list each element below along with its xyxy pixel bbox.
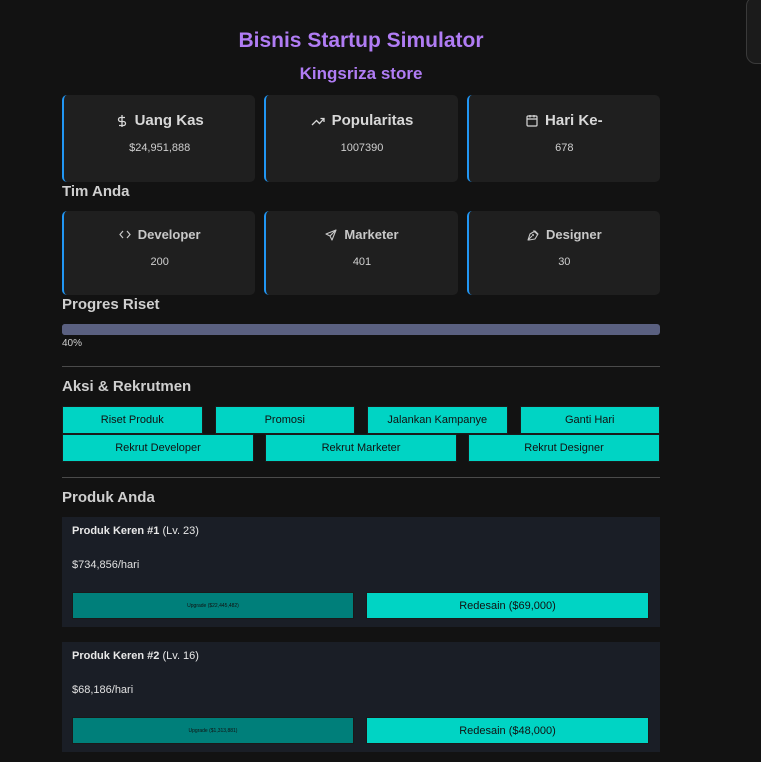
team-card-developer: Developer 200 (62, 211, 256, 295)
actions-heading: Aksi & Rekrutmen (62, 378, 192, 395)
product-level: (Lv. 16) (162, 650, 199, 662)
trending-up-icon (311, 116, 325, 126)
pen-tool-icon (527, 229, 539, 241)
product-name: Produk Keren #2 (72, 650, 160, 662)
stat-value-cash: $24,951,888 (129, 142, 191, 154)
recruit-designer-button[interactable]: Rekrut Designer (468, 434, 660, 462)
team-label-developer: Developer (137, 227, 201, 242)
stat-card-day: Hari Ke- 678 (466, 95, 660, 182)
code-icon (118, 230, 131, 239)
research-heading: Progres Riset (62, 296, 160, 313)
divider (62, 477, 660, 478)
upgrade-button[interactable]: Upgrade ($22,445,482) (72, 592, 354, 619)
corner-panel (746, 0, 761, 64)
product-name: Produk Keren #1 (72, 525, 160, 537)
upgrade-button[interactable]: Upgrade ($1,313,881) (72, 717, 354, 744)
team-label-designer: Designer (546, 227, 602, 242)
team-card-designer: Designer 30 (466, 211, 660, 295)
research-progress-label: 40% (62, 338, 83, 349)
team-value-developer: 200 (150, 256, 169, 268)
stat-label-cash: Uang Kas (134, 112, 204, 129)
product-income: $734,856/hari (72, 559, 140, 571)
team-value-designer: 30 (558, 256, 571, 268)
research-product-button[interactable]: Riset Produk (62, 406, 203, 434)
stat-card-cash: Uang Kas $24,951,888 (62, 95, 256, 182)
stat-value-popularity: 1007390 (340, 142, 384, 154)
product-income: $68,186/hari (72, 684, 134, 696)
product-title: Produk Keren #2 (Lv. 16) (72, 650, 199, 662)
stat-card-popularity: Popularitas 1007390 (264, 95, 458, 182)
store-name: Kingsriza store (299, 64, 423, 83)
divider (62, 366, 660, 367)
actions-row-1: Riset Produk Promosi Jalankan Kampanye G… (62, 406, 660, 434)
product-card: Produk Keren #1 (Lv. 23) $734,856/hari U… (62, 517, 660, 627)
stats-row: Uang Kas $24,951,888 Popularitas 1007390… (62, 95, 660, 182)
product-level: (Lv. 23) (162, 525, 199, 537)
next-day-button[interactable]: Ganti Hari (519, 406, 660, 434)
stat-label-popularity: Popularitas (331, 112, 414, 129)
team-heading: Tim Anda (62, 183, 130, 200)
research-progress-fill (62, 324, 302, 335)
redesign-button[interactable]: Redesain ($69,000) (366, 592, 649, 619)
team-label-marketer: Marketer (344, 227, 399, 242)
recruit-marketer-button[interactable]: Rekrut Marketer (265, 434, 457, 462)
recruit-developer-button[interactable]: Rekrut Developer (62, 434, 254, 462)
product-title: Produk Keren #1 (Lv. 23) (72, 525, 199, 537)
page-title: Bisnis Startup Simulator (238, 29, 484, 52)
redesign-button[interactable]: Redesain ($48,000) (366, 717, 649, 744)
research-progress-bar (62, 324, 660, 335)
promotion-button[interactable]: Promosi (214, 406, 355, 434)
actions-row-2: Rekrut Developer Rekrut Marketer Rekrut … (62, 434, 660, 462)
products-heading: Produk Anda (62, 489, 155, 506)
product-card: Produk Keren #2 (Lv. 16) $68,186/hari Up… (62, 642, 660, 752)
stat-value-day: 678 (555, 142, 574, 154)
team-value-marketer: 401 (352, 256, 372, 268)
run-campaign-button[interactable]: Jalankan Kampanye (367, 406, 508, 434)
calendar-icon (526, 114, 538, 127)
dollar-icon (116, 114, 128, 128)
team-row: Developer 200 Marketer 401 Designer 30 (62, 211, 660, 295)
team-card-marketer: Marketer 401 (264, 211, 458, 295)
send-icon (325, 228, 337, 241)
stat-label-day: Hari Ke- (545, 112, 603, 129)
